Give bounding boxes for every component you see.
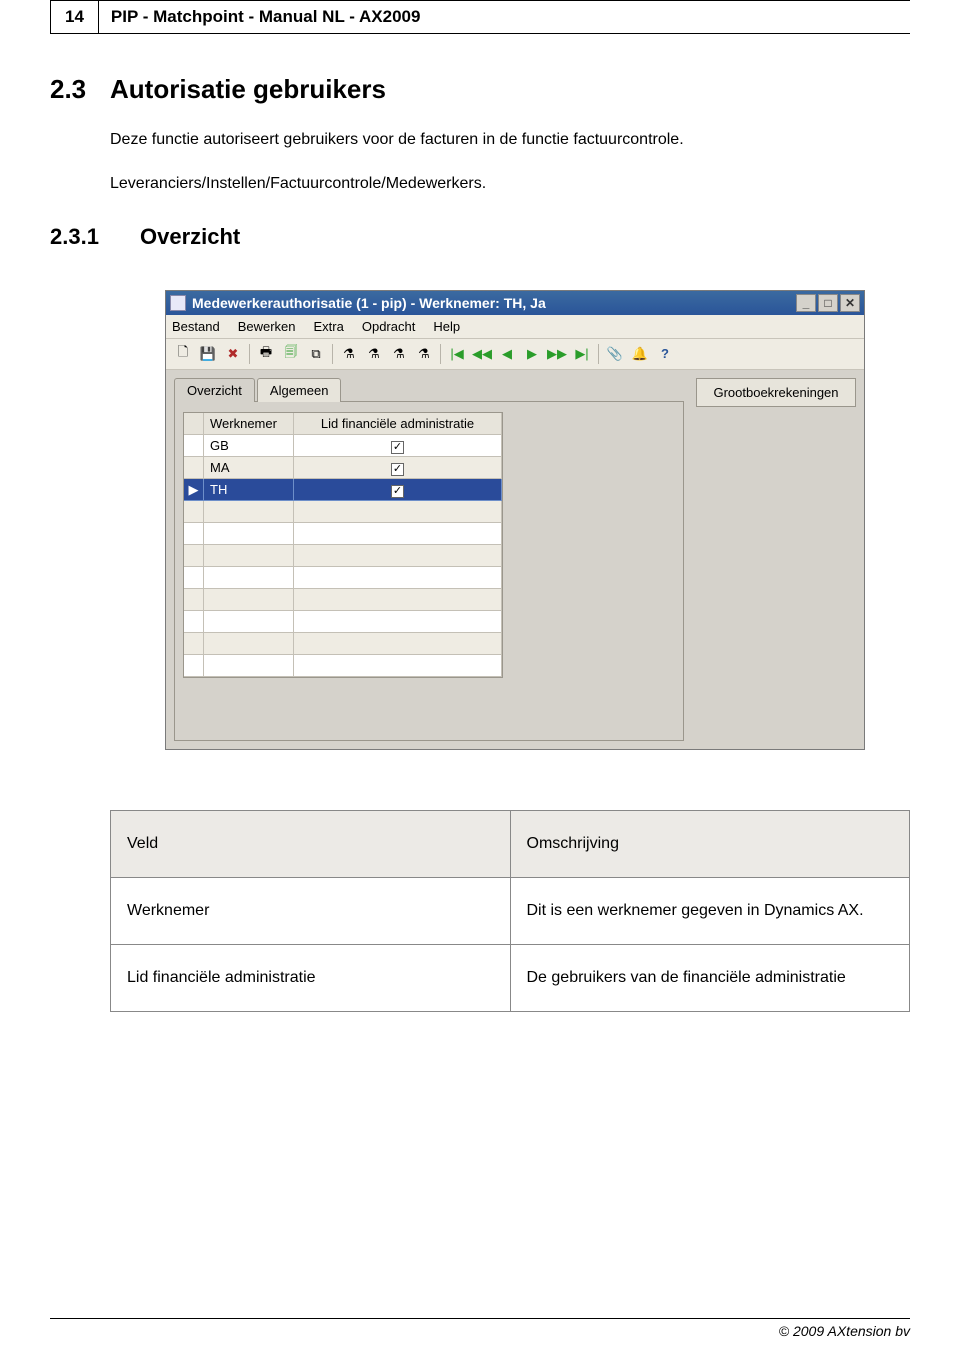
intro-paragraph: Deze functie autoriseert gebruikers voor… xyxy=(110,129,910,151)
menu-opdracht[interactable]: Opdracht xyxy=(362,319,415,334)
table-cell-desc: Dit is een werknemer gegeven in Dynamics… xyxy=(510,877,910,944)
titlebar: Medewerkerauthorisatie (1 - pip) - Werkn… xyxy=(166,291,864,315)
filter-adv-icon[interactable]: ⚗ xyxy=(413,343,435,365)
toolbar: 🗋💾✖🖶🗐⧉⚗⚗⚗⚗|◀◀◀◀▶▶▶▶|📎🔔? xyxy=(166,339,864,370)
tab-algemeen[interactable]: Algemeen xyxy=(257,378,342,402)
save-icon[interactable]: 💾 xyxy=(197,343,219,365)
document-title: PIP - Matchpoint - Manual NL - AX2009 xyxy=(99,0,910,34)
cell-werknemer[interactable]: GB xyxy=(204,435,294,457)
page-number: 14 xyxy=(50,0,99,34)
table-row: Lid financiële administratie De gebruike… xyxy=(111,944,910,1011)
alert-icon[interactable]: 🔔 xyxy=(629,343,651,365)
cell-lid[interactable]: ✓ xyxy=(294,435,502,457)
row-selector[interactable]: ▶ xyxy=(184,479,204,501)
prev-icon[interactable]: ◀ xyxy=(496,343,518,365)
table-row: Werknemer Dit is een werknemer gegeven i… xyxy=(111,877,910,944)
checkbox-icon[interactable]: ✓ xyxy=(391,441,404,454)
subsection-number: 2.3.1 xyxy=(50,224,140,250)
app-window: Medewerkerauthorisatie (1 - pip) - Werkn… xyxy=(165,290,865,750)
close-button[interactable]: ✕ xyxy=(840,294,860,312)
preview-icon[interactable]: 🗐 xyxy=(280,343,302,365)
menubar: Bestand Bewerken Extra Opdracht Help xyxy=(166,315,864,339)
section-heading: 2.3 Autorisatie gebruikers xyxy=(50,74,910,105)
table-row-empty[interactable] xyxy=(184,501,502,523)
grid-column-werknemer[interactable]: Werknemer xyxy=(204,413,294,435)
page-footer: © 2009 AXtension bv xyxy=(50,1318,910,1339)
table-head-omschrijving: Omschrijving xyxy=(510,810,910,877)
first-icon[interactable]: |◀ xyxy=(446,343,468,365)
last-icon[interactable]: ▶| xyxy=(571,343,593,365)
table-row-empty[interactable] xyxy=(184,655,502,677)
help-icon[interactable]: ? xyxy=(654,343,676,365)
tabstrip: Overzicht Algemeen xyxy=(174,378,684,402)
maximize-button[interactable]: □ xyxy=(818,294,838,312)
checkbox-icon[interactable]: ✓ xyxy=(391,463,404,476)
table-cell-field: Lid financiële administratie xyxy=(111,944,511,1011)
cell-werknemer[interactable]: MA xyxy=(204,457,294,479)
next-icon[interactable]: ▶ xyxy=(521,343,543,365)
table-row[interactable]: GB ✓ xyxy=(184,435,502,457)
attach-icon[interactable]: 📎 xyxy=(604,343,626,365)
grootboekrekeningen-button[interactable]: Grootboekrekeningen xyxy=(696,378,856,407)
subsection-title: Overzicht xyxy=(140,224,240,250)
window-title: Medewerkerauthorisatie (1 - pip) - Werkn… xyxy=(192,295,796,311)
cell-lid[interactable]: ✓ xyxy=(294,457,502,479)
nav-path: Leveranciers/Instellen/Factuurcontrole/M… xyxy=(110,173,910,195)
filter-by-icon[interactable]: ⚗ xyxy=(363,343,385,365)
table-row[interactable]: MA ✓ xyxy=(184,457,502,479)
prev-page-icon[interactable]: ◀◀ xyxy=(471,343,493,365)
row-selector[interactable] xyxy=(184,457,204,479)
toolbar-separator xyxy=(598,344,599,364)
menu-bestand[interactable]: Bestand xyxy=(172,319,220,334)
table-row-empty[interactable] xyxy=(184,633,502,655)
grid-row-selector-header xyxy=(184,413,204,435)
menu-bewerken[interactable]: Bewerken xyxy=(238,319,296,334)
excel-icon[interactable]: ⧉ xyxy=(305,343,327,365)
table-row-empty[interactable] xyxy=(184,545,502,567)
row-selector[interactable] xyxy=(184,435,204,457)
new-icon[interactable]: 🗋 xyxy=(172,343,194,365)
table-cell-field: Werknemer xyxy=(111,877,511,944)
next-page-icon[interactable]: ▶▶ xyxy=(546,343,568,365)
field-description-table: Veld Omschrijving Werknemer Dit is een w… xyxy=(110,810,910,1012)
delete-icon[interactable]: ✖ xyxy=(222,343,244,365)
table-row-empty[interactable] xyxy=(184,611,502,633)
page-header: 14 PIP - Matchpoint - Manual NL - AX2009 xyxy=(50,0,910,34)
tab-overzicht[interactable]: Overzicht xyxy=(174,378,255,402)
table-cell-desc: De gebruikers van de financiële administ… xyxy=(510,944,910,1011)
section-number: 2.3 xyxy=(50,74,110,105)
section-title: Autorisatie gebruikers xyxy=(110,74,386,105)
filter-clear-icon[interactable]: ⚗ xyxy=(388,343,410,365)
data-grid[interactable]: Werknemer Lid financiële administratie G… xyxy=(183,412,503,678)
menu-extra[interactable]: Extra xyxy=(314,319,344,334)
checkbox-icon[interactable]: ✓ xyxy=(391,485,404,498)
print-icon[interactable]: 🖶 xyxy=(255,343,277,365)
grid-column-lid[interactable]: Lid financiële administratie xyxy=(294,413,502,435)
app-icon xyxy=(170,295,186,311)
toolbar-separator xyxy=(332,344,333,364)
minimize-button[interactable]: _ xyxy=(796,294,816,312)
cell-lid[interactable]: ✓ xyxy=(294,479,502,501)
filter-icon[interactable]: ⚗ xyxy=(338,343,360,365)
table-row-empty[interactable] xyxy=(184,523,502,545)
table-row[interactable]: ▶TH ✓ xyxy=(184,479,502,501)
subsection-heading: 2.3.1 Overzicht xyxy=(50,224,910,250)
menu-help[interactable]: Help xyxy=(433,319,460,334)
cell-werknemer[interactable]: TH xyxy=(204,479,294,501)
toolbar-separator xyxy=(249,344,250,364)
table-head-veld: Veld xyxy=(111,810,511,877)
table-row-empty[interactable] xyxy=(184,589,502,611)
tab-panel: Werknemer Lid financiële administratie G… xyxy=(174,401,684,741)
table-row-empty[interactable] xyxy=(184,567,502,589)
toolbar-separator xyxy=(440,344,441,364)
